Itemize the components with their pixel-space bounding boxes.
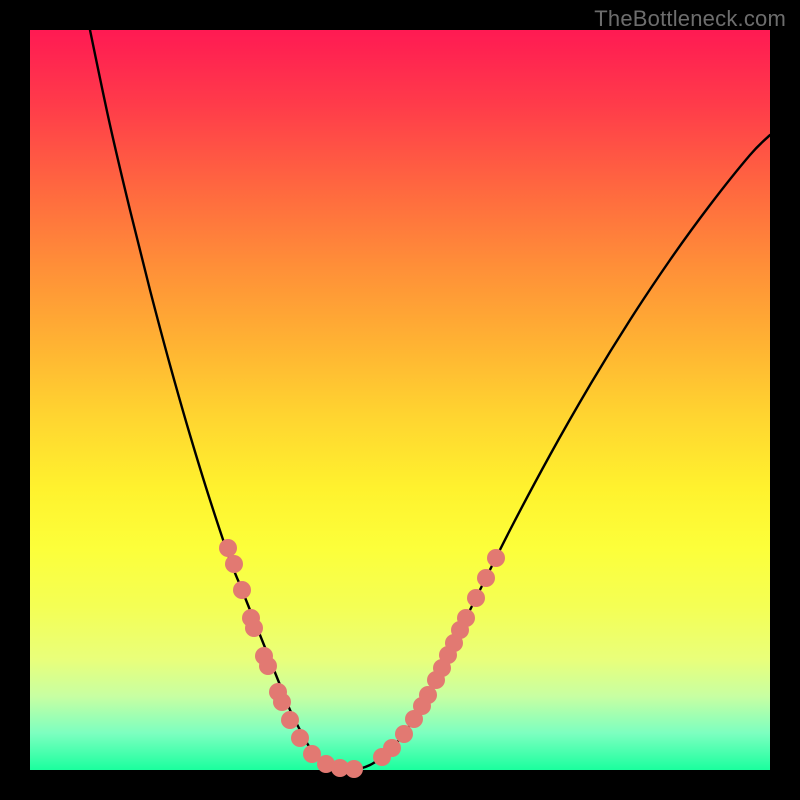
marker-group — [219, 539, 505, 778]
data-marker — [259, 657, 277, 675]
data-marker — [457, 609, 475, 627]
chart-frame: TheBottleneck.com — [0, 0, 800, 800]
data-marker — [467, 589, 485, 607]
data-marker — [225, 555, 243, 573]
data-marker — [477, 569, 495, 587]
data-marker — [291, 729, 309, 747]
data-marker — [245, 619, 263, 637]
watermark-text: TheBottleneck.com — [594, 6, 786, 32]
plot-area — [30, 30, 770, 770]
curve-svg — [30, 30, 770, 770]
data-marker — [233, 581, 251, 599]
data-marker — [345, 760, 363, 778]
data-marker — [487, 549, 505, 567]
data-marker — [273, 693, 291, 711]
data-marker — [219, 539, 237, 557]
data-marker — [281, 711, 299, 729]
bottleneck-curve — [90, 30, 770, 770]
data-marker — [395, 725, 413, 743]
data-marker — [383, 739, 401, 757]
